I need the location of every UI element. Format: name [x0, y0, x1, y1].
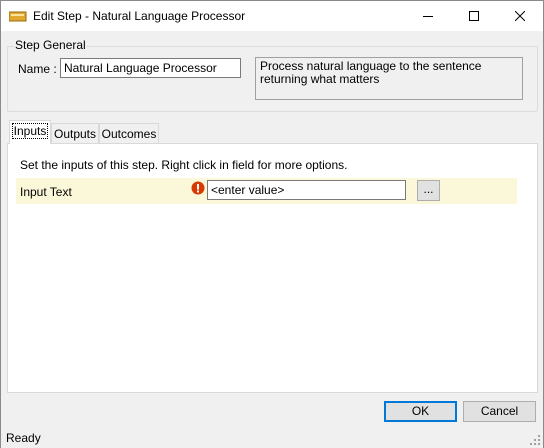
tab-outputs[interactable]: Outputs — [51, 123, 99, 143]
folder-step-icon — [9, 11, 27, 22]
close-icon — [515, 11, 525, 21]
input-row-input-text: Input Text <enter value> ... — [16, 178, 517, 204]
minimize-button[interactable] — [405, 1, 451, 31]
status-bar: Ready — [1, 426, 543, 448]
cancel-button[interactable]: Cancel — [463, 401, 536, 422]
step-general-legend: Step General — [14, 38, 87, 52]
tab-inputs[interactable]: Inputs — [9, 120, 51, 144]
edit-step-window: Edit Step - Natural Language Processor S… — [0, 0, 544, 448]
tab-outputs-label: Outputs — [53, 127, 97, 141]
tab-outcomes[interactable]: Outcomes — [99, 123, 159, 143]
minimize-icon — [423, 16, 433, 17]
inputs-help-text: Set the inputs of this step. Right click… — [20, 158, 348, 172]
maximize-icon — [469, 11, 479, 21]
window-title: Edit Step - Natural Language Processor — [33, 9, 246, 23]
inputs-panel: Set the inputs of this step. Right click… — [7, 143, 538, 393]
error-icon — [191, 181, 205, 195]
browse-button[interactable]: ... — [417, 180, 440, 201]
name-field[interactable]: Natural Language Processor — [60, 58, 241, 78]
ok-button[interactable]: OK — [384, 401, 457, 422]
input-text-field[interactable]: <enter value> — [207, 180, 406, 200]
status-text: Ready — [6, 431, 41, 445]
resize-grip-icon[interactable] — [529, 434, 541, 446]
tab-outcomes-label: Outcomes — [101, 127, 157, 141]
description-field[interactable]: Process natural language to the sentence… — [255, 57, 523, 100]
maximize-button[interactable] — [451, 1, 497, 31]
name-label: Name : — [18, 62, 57, 76]
input-text-label: Input Text — [20, 185, 72, 199]
title-bar[interactable]: Edit Step - Natural Language Processor — [1, 1, 543, 31]
tab-inputs-label: Inputs — [11, 123, 49, 139]
close-button[interactable] — [497, 1, 543, 31]
